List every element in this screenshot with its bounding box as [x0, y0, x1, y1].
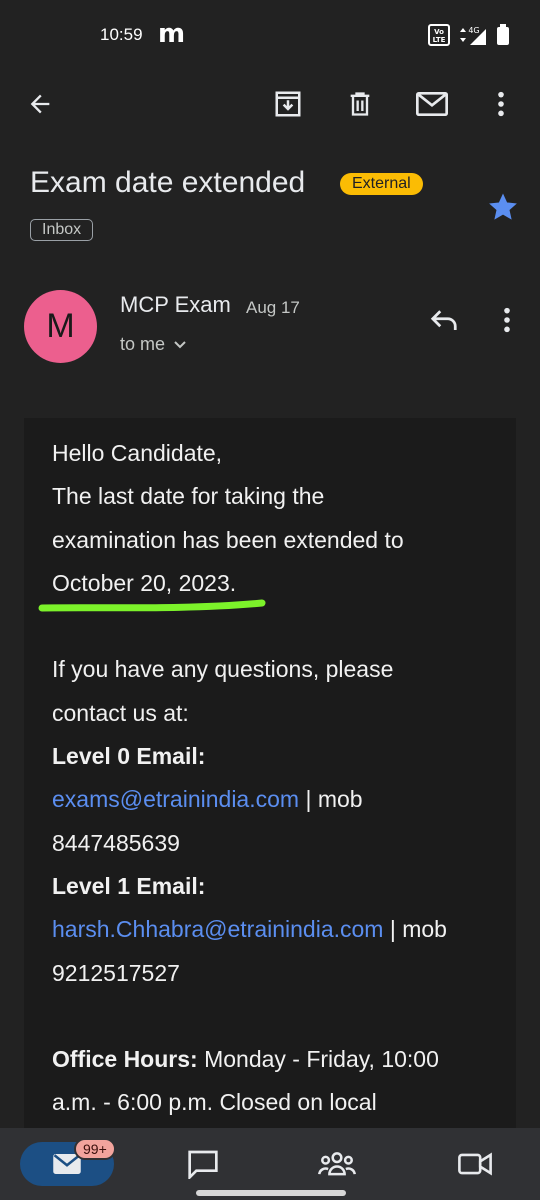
highlight-underline	[38, 599, 266, 612]
delete-button[interactable]	[340, 84, 380, 124]
trash-icon	[350, 92, 370, 116]
body-line: The last date for taking the	[52, 483, 325, 510]
mark-unread-icon	[416, 92, 448, 116]
back-arrow-icon	[30, 94, 50, 114]
status-time: 10:59	[100, 25, 143, 44]
meet-icon	[458, 1152, 492, 1176]
email-date: Aug 17	[246, 298, 300, 317]
office-hours-text: Monday - Friday, 10:00	[197, 1046, 439, 1073]
network-type: 4G	[468, 26, 479, 35]
signal-icon: 4G	[460, 26, 486, 45]
star-button[interactable]	[486, 190, 520, 224]
body-line: contact us at:	[52, 699, 189, 726]
email-body-text: Hello Candidate, The last date for takin…	[24, 418, 516, 1125]
inbox-label-chip[interactable]: Inbox	[30, 219, 94, 241]
body-line: If you have any questions, please	[52, 656, 394, 683]
body-greeting: Hello Candidate,	[52, 440, 223, 466]
nav-chat-tab[interactable]	[180, 1142, 226, 1186]
reply-icon	[430, 310, 457, 330]
status-bar: 10:59 m Vo LTE 4G	[0, 0, 540, 70]
level0-label: Level 0 Email:	[52, 743, 206, 770]
level0-email-link[interactable]: exams@etrainindia.com	[52, 786, 299, 812]
message-more-button[interactable]	[490, 300, 524, 340]
home-indicator[interactable]	[196, 1190, 346, 1196]
level1-label: Level 1 Email:	[52, 872, 206, 899]
star-icon	[489, 193, 517, 220]
level1-mob-label: | mob	[383, 916, 447, 943]
sender-name: MCP Exam	[120, 292, 231, 317]
unread-count-badge: 99+	[74, 1138, 116, 1160]
status-icons: Vo LTE 4G	[428, 24, 510, 46]
more-vert-icon	[498, 91, 504, 117]
email-toolbar	[0, 78, 540, 132]
svg-text:Vo: Vo	[434, 28, 444, 36]
reply-button[interactable]	[424, 300, 464, 340]
level0-mob-label: | mob	[299, 786, 363, 813]
office-hours-text: a.m. - 6:00 p.m. Closed on local	[52, 1089, 377, 1116]
level1-email-link[interactable]: harsh.Chhabra@etrainindia.com	[52, 916, 383, 942]
level0-phone[interactable]: 8447485639	[52, 822, 516, 865]
external-badge: External	[340, 173, 423, 195]
chat-icon	[188, 1150, 218, 1179]
nav-spaces-tab[interactable]	[314, 1142, 360, 1186]
more-vert-icon	[504, 307, 510, 333]
chevron-down-icon	[174, 340, 186, 348]
spaces-icon	[318, 1152, 356, 1176]
more-options-button[interactable]	[481, 84, 521, 124]
back-button[interactable]	[20, 84, 60, 124]
recipient-details-toggle[interactable]: to me	[120, 334, 187, 355]
office-hours-label: Office Hours:	[52, 1046, 198, 1073]
nav-meet-tab[interactable]	[452, 1142, 498, 1186]
email-subject: Exam date extended	[30, 166, 306, 199]
volte-icon: Vo LTE	[428, 24, 450, 46]
body-line: examination has been extended to	[52, 526, 404, 553]
sender-avatar[interactable]: M	[24, 290, 97, 363]
email-body: Hello Candidate, The last date for takin…	[24, 418, 516, 1138]
carrier-icon: m	[158, 19, 186, 49]
level1-phone[interactable]: 9212517527	[52, 952, 516, 995]
recipient-label: to me	[120, 334, 166, 354]
archive-icon	[275, 91, 301, 117]
battery-icon	[497, 24, 509, 45]
mark-unread-button[interactable]	[412, 84, 452, 124]
svg-text:LTE: LTE	[433, 36, 446, 44]
archive-button[interactable]	[268, 84, 308, 124]
